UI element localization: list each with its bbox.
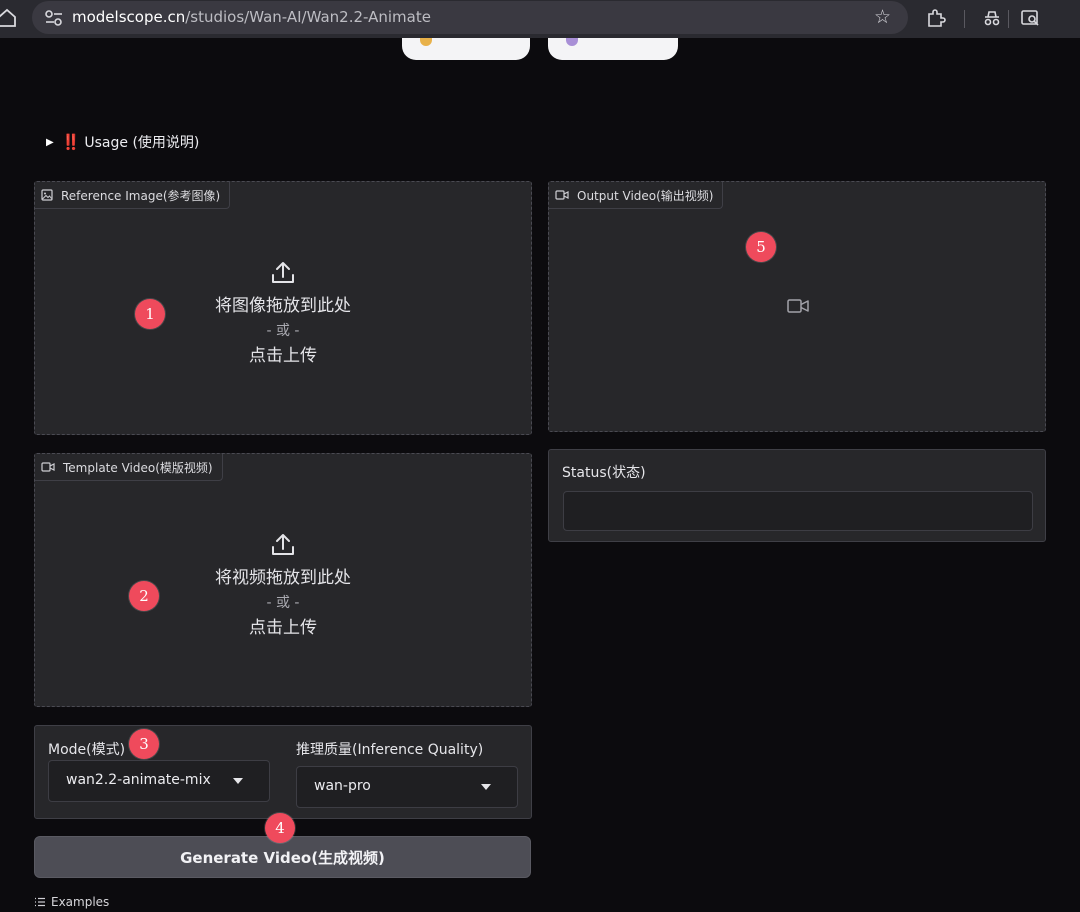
template-video-dropzone[interactable]: Template Video(模版视频) 将视频拖放到此处 - 或 - 点击上传 xyxy=(34,453,532,707)
video-camera-icon xyxy=(41,462,55,472)
dropdown-caret-icon xyxy=(481,784,491,790)
click-upload-text[interactable]: 点击上传 xyxy=(35,616,531,640)
settings-panel: Mode(模式) wan2.2-animate-mix 推理质量(Inferen… xyxy=(34,725,532,819)
top-button-right[interactable] xyxy=(548,38,678,60)
click-upload-text[interactable]: 点击上传 xyxy=(35,344,531,368)
address-bar[interactable]: modelscope.cn/studios/Wan-AI/Wan2.2-Anim… xyxy=(32,1,908,34)
quality-select[interactable]: wan-pro xyxy=(296,766,518,808)
template-video-label-text: Template Video(模版视频) xyxy=(63,460,213,475)
double-exclamation-icon: ‼️ xyxy=(61,133,81,151)
list-icon xyxy=(35,897,45,907)
step-badge-5: 5 xyxy=(746,232,776,262)
examples-section[interactable]: Examples xyxy=(34,895,109,909)
dropdown-caret-icon xyxy=(233,778,243,784)
status-label: Status(状态) xyxy=(562,465,646,481)
step-badge-4: 4 xyxy=(265,813,295,843)
browser-toolbar: modelscope.cn/studios/Wan-AI/Wan2.2-Anim… xyxy=(0,0,1080,38)
extension-icon[interactable] xyxy=(926,8,946,28)
expand-triangle-icon: ▶ xyxy=(46,136,54,148)
upload-prompt[interactable]: 将图像拖放到此处 - 或 - 点击上传 xyxy=(35,260,531,368)
url-text[interactable]: modelscope.cn/studios/Wan-AI/Wan2.2-Anim… xyxy=(72,8,431,26)
upload-icon xyxy=(272,534,294,555)
status-field[interactable] xyxy=(563,491,1033,531)
url-host: modelscope.cn xyxy=(72,8,186,26)
step-badge-3: 3 xyxy=(129,729,159,759)
site-settings-icon[interactable] xyxy=(44,9,64,27)
home-icon[interactable] xyxy=(0,8,16,28)
output-video-label: Output Video(输出视频) xyxy=(549,182,724,209)
drop-text: 将图像拖放到此处 xyxy=(215,296,351,316)
emoji-icon xyxy=(420,38,432,46)
video-camera-icon xyxy=(787,299,809,313)
mode-label: Mode(模式) xyxy=(48,742,126,758)
examples-label: Examples xyxy=(51,895,110,909)
step-badge-1: 1 xyxy=(135,299,165,329)
top-button-left[interactable] xyxy=(402,38,530,60)
upload-icon xyxy=(272,262,294,283)
reference-image-label: Reference Image(参考图像) xyxy=(35,182,231,209)
or-text: - 或 - xyxy=(266,323,300,339)
status-panel: Status(状态) xyxy=(548,449,1046,542)
mode-select[interactable]: wan2.2-animate-mix xyxy=(48,760,270,802)
quality-select-value: wan-pro xyxy=(314,778,371,794)
reference-image-dropzone[interactable]: Reference Image(参考图像) 将图像拖放到此处 - 或 - 点击上… xyxy=(34,181,532,435)
emoji-icon xyxy=(566,38,578,46)
search-tab-icon[interactable] xyxy=(1020,8,1040,28)
template-video-label: Template Video(模版视频) xyxy=(35,454,223,481)
toolbar-separator xyxy=(964,10,965,28)
image-icon xyxy=(41,189,53,201)
star-icon[interactable]: ☆ xyxy=(874,7,891,27)
reference-image-label-text: Reference Image(参考图像) xyxy=(61,188,221,203)
output-video-panel: Output Video(输出视频) xyxy=(548,181,1046,432)
quality-label: 推理质量(Inference Quality) xyxy=(296,742,484,758)
or-text: - 或 - xyxy=(266,595,300,611)
step-badge-2: 2 xyxy=(129,581,159,611)
mode-select-value: wan2.2-animate-mix xyxy=(66,772,211,788)
url-path: /studios/Wan-AI/Wan2.2-Animate xyxy=(185,8,431,26)
output-video-label-text: Output Video(输出视频) xyxy=(577,188,714,203)
video-camera-icon xyxy=(555,190,569,200)
upload-prompt[interactable]: 将视频拖放到此处 - 或 - 点击上传 xyxy=(35,532,531,640)
incognito-icon[interactable] xyxy=(982,8,1002,28)
usage-label: Usage (使用说明) xyxy=(84,135,200,151)
drop-text: 将视频拖放到此处 xyxy=(215,568,351,588)
usage-toggle[interactable]: ▶ ‼️ Usage (使用说明) xyxy=(46,132,199,152)
toolbar-separator xyxy=(1008,10,1009,28)
